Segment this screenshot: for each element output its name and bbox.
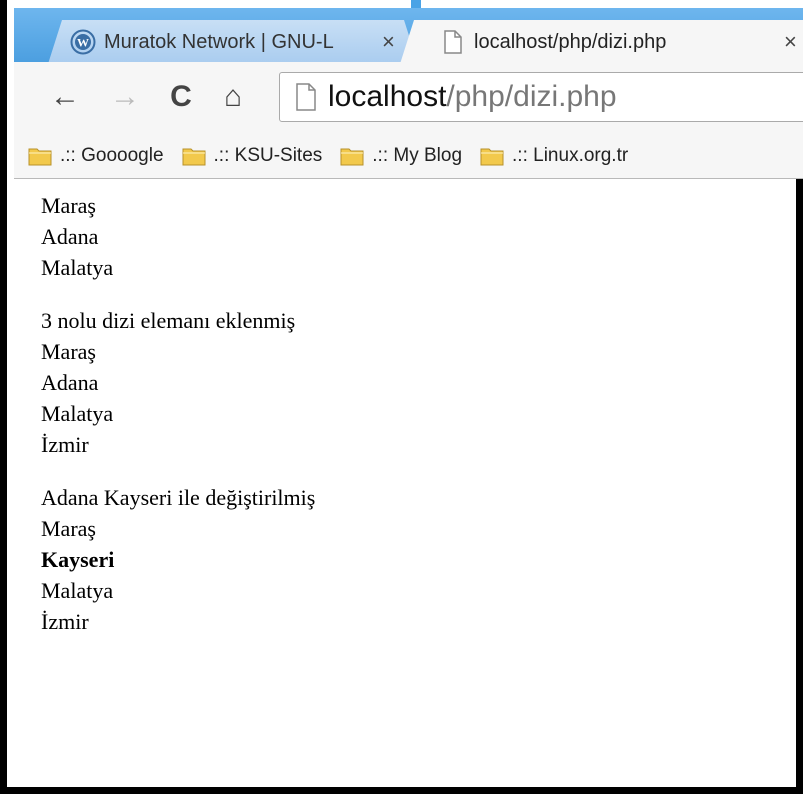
tab-localhost[interactable]: localhost/php/dizi.php × xyxy=(400,20,803,64)
reload-button[interactable]: C xyxy=(164,80,198,114)
bookmark-ksu-sites[interactable]: .:: KSU-Sites xyxy=(182,145,323,167)
address-path: /php/dizi.php xyxy=(446,80,617,113)
bookmark-my-blog[interactable]: .:: My Blog xyxy=(340,145,462,167)
bookmark-label: .:: My Blog xyxy=(372,145,463,166)
address-text: localhost/php/dizi.php xyxy=(328,80,617,114)
section-heading: Adana Kayseri ile değiştirilmiş xyxy=(41,485,316,510)
home-button[interactable]: ⌂ xyxy=(216,80,250,114)
folder-icon xyxy=(480,148,504,166)
page-icon xyxy=(440,29,466,55)
forward-arrow-icon: → xyxy=(110,80,140,113)
bookmark-label: .:: KSU-Sites xyxy=(213,145,323,166)
tab-title: localhost/php/dizi.php xyxy=(474,30,667,53)
list-item: Maraş xyxy=(41,516,96,541)
list-item: Maraş xyxy=(41,339,96,364)
tab-close-icon[interactable]: × xyxy=(382,29,395,55)
page-content: Maraş Adana Malatya 3 nolu dizi elemanı … xyxy=(41,190,781,637)
list-item: Adana xyxy=(41,224,99,249)
home-icon: ⌂ xyxy=(223,80,243,113)
list-item: Malatya xyxy=(41,255,114,280)
folder-icon xyxy=(340,148,364,166)
list-item: Maraş xyxy=(41,193,96,218)
window-top-accent xyxy=(411,0,421,8)
reload-icon: C xyxy=(170,80,192,113)
address-bar[interactable]: localhost/php/dizi.php xyxy=(279,72,803,122)
folder-icon xyxy=(28,148,52,166)
list-item: İzmir xyxy=(41,432,89,457)
page-icon xyxy=(296,83,316,111)
browser-toolbar: ← → C ⌂ localhost/php/dizi.php xyxy=(14,62,803,134)
list-item: Adana xyxy=(41,370,99,395)
tab-muratok[interactable]: W Muratok Network | GNU-L × xyxy=(48,20,418,64)
bookmarks-bar: .:: Goooogle .:: KSU-Sites .:: My Blog .… xyxy=(14,134,803,179)
window-top-edge xyxy=(14,0,803,8)
bookmark-label: .:: Linux.org.tr xyxy=(512,145,629,166)
back-button[interactable]: ← xyxy=(48,80,82,114)
wordpress-icon: W xyxy=(70,29,96,55)
list-item: İzmir xyxy=(41,609,89,634)
back-arrow-icon: ← xyxy=(50,80,80,113)
tab-title: Muratok Network | GNU-L xyxy=(104,30,334,53)
bookmark-linux-org-tr[interactable]: .:: Linux.org.tr xyxy=(480,145,628,167)
folder-icon xyxy=(182,148,206,166)
address-host: localhost xyxy=(328,80,447,113)
list-item: Malatya xyxy=(41,401,114,426)
list-item: Malatya xyxy=(41,578,114,603)
section-heading: 3 nolu dizi elemanı eklenmiş xyxy=(41,308,296,333)
tab-strip: W Muratok Network | GNU-L × localhost/ph… xyxy=(14,8,803,64)
browser-window: W Muratok Network | GNU-L × localhost/ph… xyxy=(0,0,803,794)
bookmark-goooogle[interactable]: .:: Goooogle xyxy=(28,145,164,167)
tab-close-icon[interactable]: × xyxy=(784,29,797,55)
list-item-highlighted: Kayseri xyxy=(41,547,115,572)
bookmark-label: .:: Goooogle xyxy=(60,145,164,166)
svg-text:W: W xyxy=(77,36,89,50)
forward-button[interactable]: → xyxy=(108,80,142,114)
